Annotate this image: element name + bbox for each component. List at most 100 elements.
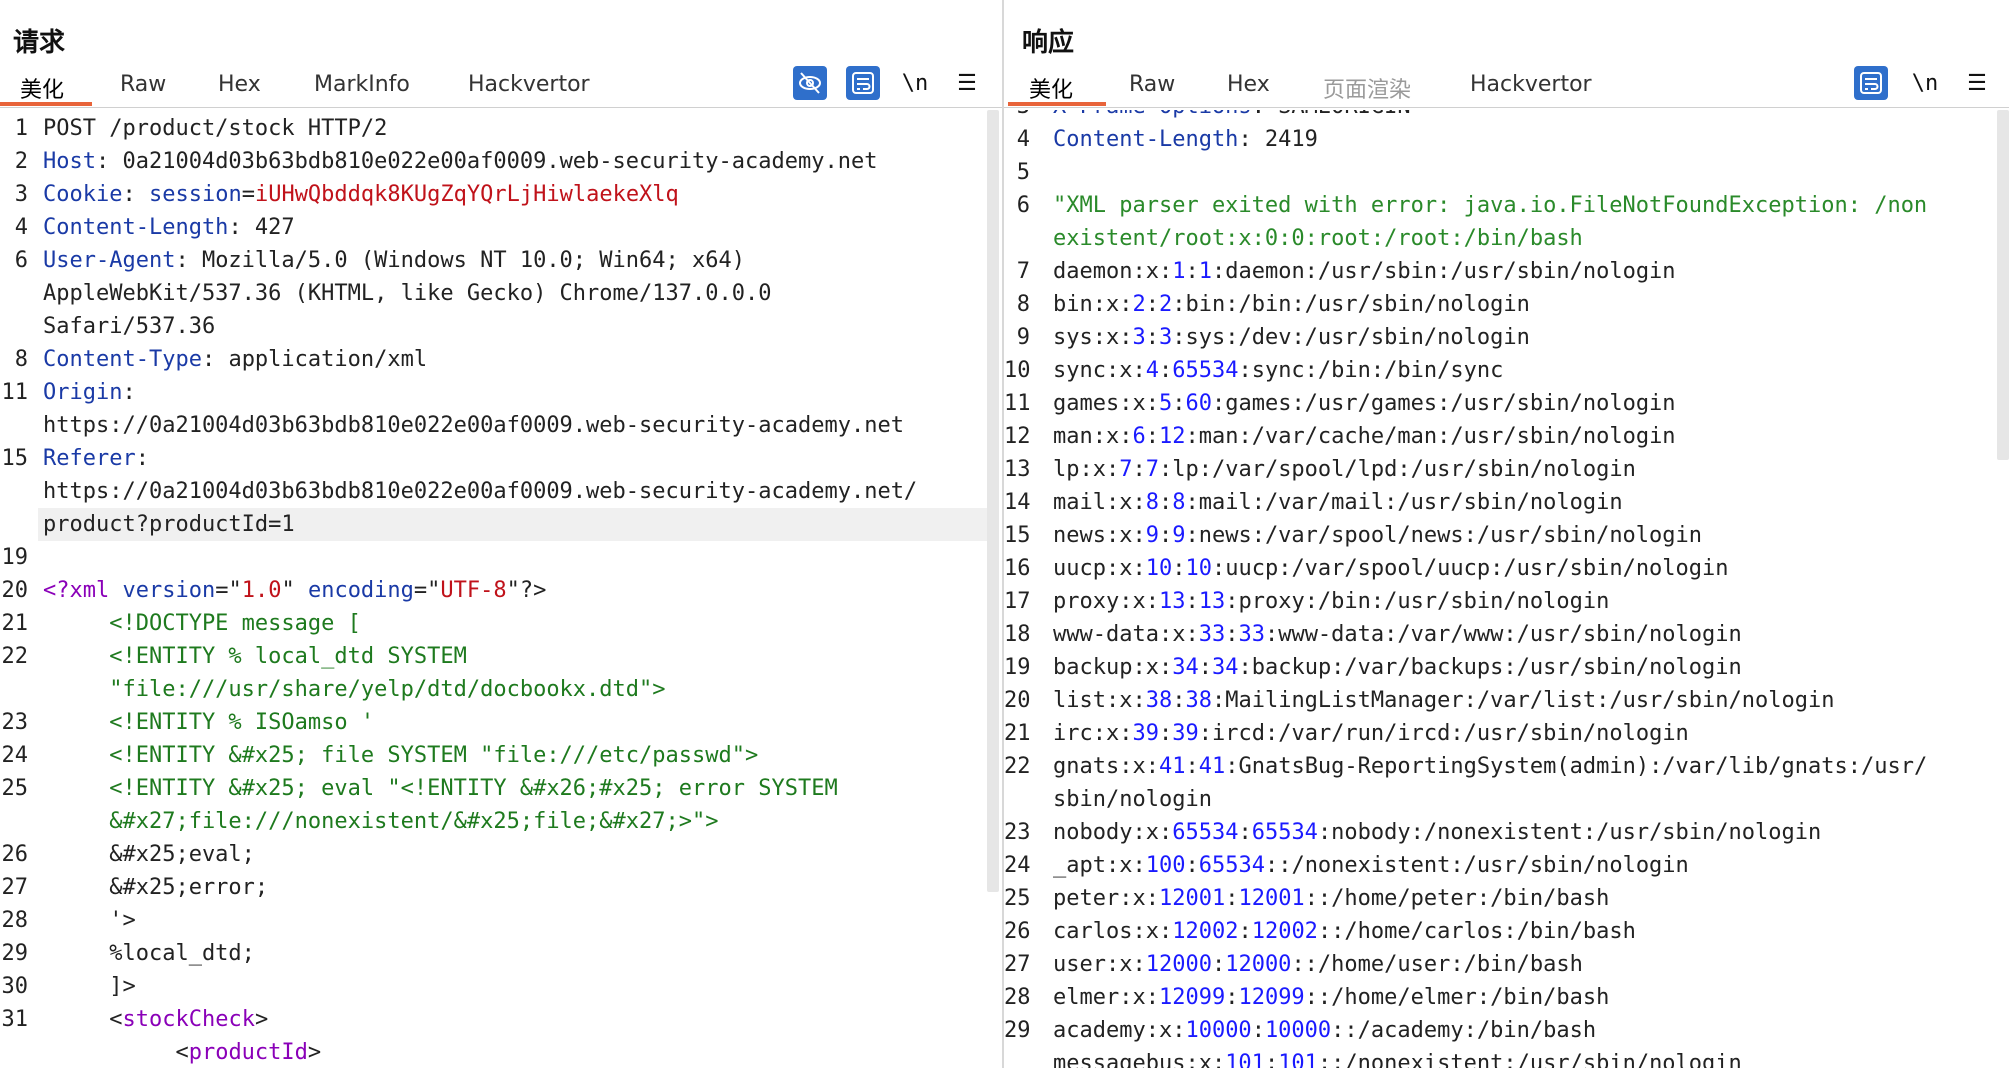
code-token: ]> [43, 974, 136, 999]
request-scrollbar[interactable] [987, 110, 999, 892]
request-editor[interactable]: 1 POST /product/stock HTTP/2 2 Host: 0a2100… [0, 110, 1003, 1068]
code-token: Cookie [43, 182, 123, 207]
response-show-newlines-toggle[interactable]: \n [1910, 66, 1940, 100]
response-options-menu-button[interactable]: ☰ [1962, 66, 1992, 100]
code-token: =" [413, 578, 441, 603]
code-token: 2 [1132, 292, 1146, 317]
code-token: < [43, 1007, 123, 1032]
code-line: peter:x:12001:12001::/home/peter:/bin/ba… [1053, 882, 1609, 915]
code-token: <!ENTITY % local_dtd SYSTEM [43, 644, 467, 669]
code-token: " [281, 578, 308, 603]
code-token: 12002 [1172, 919, 1239, 944]
code-token: Referer [43, 446, 136, 471]
code-line: irc:x:39:39:ircd:/var/run/ircd:/usr/sbin… [1053, 717, 1689, 750]
code-token: peter:x: [1053, 886, 1159, 911]
code-token: ::/nonexistent:/usr/sbin/nologin [1264, 853, 1689, 878]
code-line: <productId> [43, 1036, 321, 1068]
code-token: 4 [1145, 358, 1159, 383]
code-token: : [1172, 688, 1186, 713]
code-token: games:x: [1053, 391, 1159, 416]
code-token: &#x27;file:///nonexistent/&#x25;file;&#x… [43, 809, 719, 834]
code-token: gnats:x: [1053, 754, 1159, 779]
code-line: "XML parser exited with error: java.io.F… [1053, 189, 1927, 222]
code-token: proxy:x: [1053, 589, 1159, 614]
response-scrollbar[interactable] [1997, 110, 2009, 460]
code-line: Cookie: session=iUHwQbddqk8KUgZqYQrLjHiw… [43, 178, 679, 211]
hide-non-printable-toggle[interactable] [793, 66, 827, 100]
line-number: 24 [1, 743, 29, 768]
code-line: man:x:6:12:man:/var/cache/man:/usr/sbin/… [1053, 420, 1676, 453]
line-number: 7 [1016, 259, 1030, 284]
line-number: 8 [14, 347, 28, 372]
code-token: news:x: [1053, 523, 1146, 548]
line-number [0, 409, 28, 442]
show-newlines-toggle[interactable]: \n [900, 66, 930, 100]
line-number: 5 [1016, 160, 1030, 185]
code-token: 34 [1211, 655, 1239, 680]
response-editor[interactable]: 3 X-Frame-Options: SAMEORIGIN 4 Content-Len… [1004, 110, 2009, 1068]
code-token: POST /product/stock HTTP/2 [43, 116, 388, 141]
code-token: carlos:x: [1053, 919, 1173, 944]
request-tab-hackvertor[interactable]: Hackvertor [468, 72, 590, 97]
request-tab-hex[interactable]: Hex [218, 72, 261, 97]
response-tab-render[interactable]: 页面渲染 [1323, 72, 1411, 104]
line-number [1004, 783, 1030, 816]
code-token: 3 [1158, 325, 1173, 350]
code-token: elmer:x: [1053, 985, 1159, 1010]
code-token: www-data:x: [1053, 622, 1199, 647]
code-token: &#x25;eval; [43, 842, 255, 867]
code-line: bin:x:2:2:bin:/bin:/usr/sbin/nologin [1053, 288, 1530, 321]
request-tab-raw[interactable]: Raw [120, 72, 166, 97]
code-token: : [122, 380, 136, 405]
request-tab-markinfo[interactable]: MarkInfo [314, 72, 410, 97]
code-token: irc:x: [1053, 721, 1133, 746]
code-line: Origin: [43, 376, 136, 409]
line-number [0, 508, 28, 541]
line-number: 15 [1, 446, 29, 471]
code-token: %local_dtd; [43, 941, 255, 966]
code-token: lp:x: [1053, 457, 1120, 482]
code-line: Content-Type: application/xml [43, 343, 427, 376]
response-tab-raw[interactable]: Raw [1129, 72, 1175, 97]
code-token: : [1185, 853, 1199, 878]
line-number: 29 [1004, 1018, 1031, 1043]
code-token: Content-Type [43, 347, 202, 372]
code-token: : [1185, 589, 1199, 614]
code-line: '> [43, 904, 136, 937]
word-wrap-toggle[interactable] [846, 66, 880, 100]
line-number: 11 [1004, 391, 1031, 416]
code-line: news:x:9:9:news:/var/spool/news:/usr/sbi… [1053, 519, 1702, 552]
code-line: &#x25;error; [43, 871, 268, 904]
code-token: 34 [1172, 655, 1199, 680]
code-token: 12001 [1238, 886, 1305, 911]
code-line: existent/root:x:0:0:root:/root:/bin/bash [1053, 222, 1583, 255]
line-number: 28 [1, 908, 29, 933]
code-line: list:x:38:38:MailingListManager:/var/lis… [1053, 684, 1835, 717]
request-tabs-border [0, 107, 1003, 108]
code-token: : [1211, 952, 1226, 977]
code-token: :proxy:/bin:/usr/sbin/nologin [1225, 589, 1610, 614]
code-token: :www-data:/var/www:/usr/sbin/nologin [1264, 622, 1742, 647]
line-number: 23 [1004, 820, 1031, 845]
line-number: 28 [1004, 985, 1031, 1010]
code-token: : [1158, 358, 1173, 383]
response-tab-pretty[interactable]: 美化 [1029, 72, 1073, 104]
response-tab-hex[interactable]: Hex [1227, 72, 1270, 97]
code-token: sys:x: [1053, 325, 1133, 350]
line-number [1004, 1047, 1030, 1068]
code-token: ::/home/peter:/bin/bash [1304, 886, 1610, 911]
code-token: <?xml [43, 578, 123, 603]
code-token: :sync:/bin:/bin/sync [1238, 358, 1504, 383]
code-token: 8 [1145, 490, 1159, 515]
response-word-wrap-toggle[interactable] [1854, 66, 1888, 100]
code-line: https://0a21004d03b63bdb810e022e00af0009… [43, 475, 917, 508]
code-token: 39 [1132, 721, 1159, 746]
code-token: : [1145, 424, 1159, 449]
code-line: POST /product/stock HTTP/2 [43, 112, 387, 145]
line-number: 25 [1004, 886, 1031, 911]
response-tab-hackvertor[interactable]: Hackvertor [1470, 72, 1592, 97]
request-options-menu-button[interactable]: ☰ [952, 66, 982, 100]
code-line: X-Frame-Options: SAMEORIGIN [1053, 110, 1411, 123]
line-number: 13 [1004, 457, 1031, 482]
request-tab-pretty[interactable]: 美化 [20, 72, 64, 104]
